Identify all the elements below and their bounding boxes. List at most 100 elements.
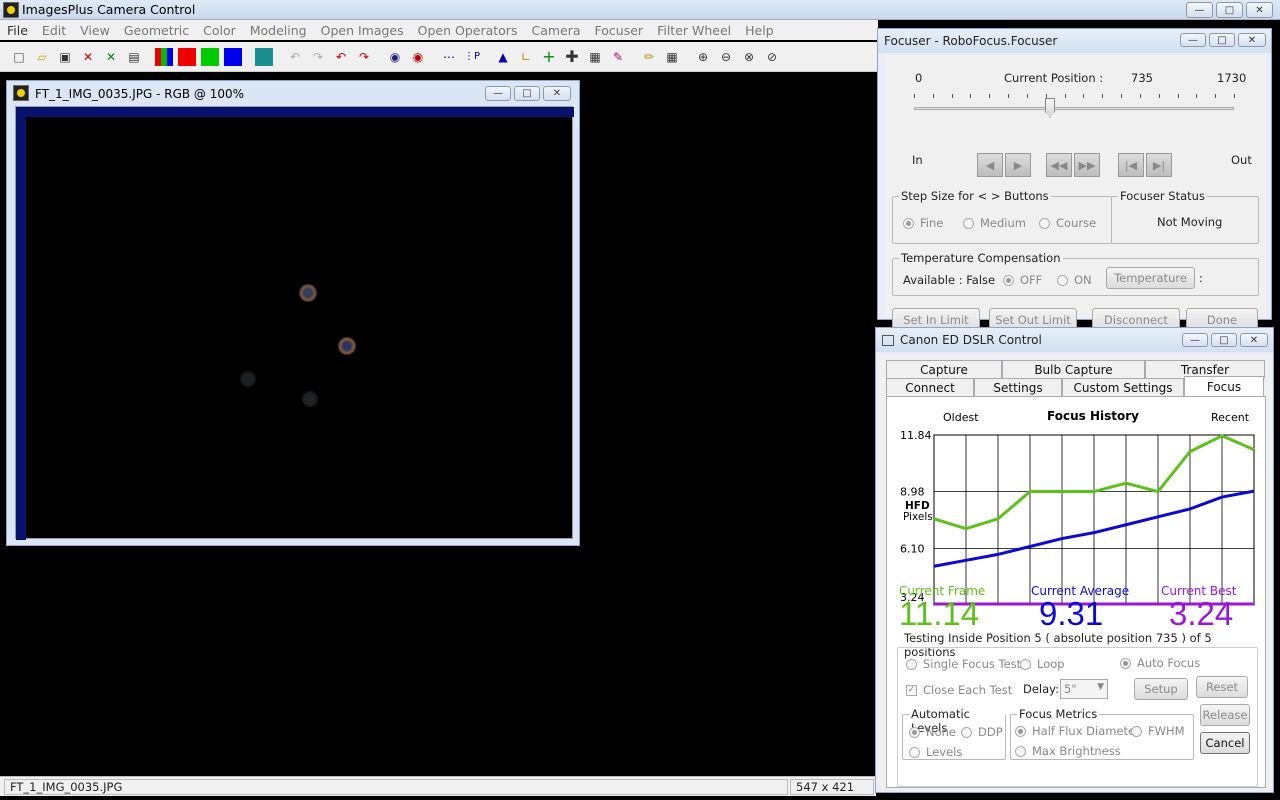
tab-connect[interactable]: Connect (886, 378, 974, 396)
loop-label: Loop (1037, 657, 1065, 671)
redo-disabled-icon[interactable]: ↷ (309, 48, 327, 66)
close-image-icon[interactable]: ✕ (79, 48, 97, 66)
image-maximize-icon[interactable]: □ (514, 86, 540, 101)
undo-icon[interactable]: ↶ (332, 48, 350, 66)
loop-radio[interactable]: Loop (1020, 657, 1065, 671)
menu-open-images[interactable]: Open Images (314, 23, 411, 38)
add-icon[interactable]: + (540, 48, 558, 66)
levels-ddp-radio[interactable]: DDP (961, 725, 1003, 739)
radio-dot (961, 726, 972, 738)
step-fine-radio[interactable]: Fine (903, 216, 943, 230)
image-edit-icon[interactable]: ✎ (609, 48, 627, 66)
menu-file[interactable]: File (0, 23, 35, 38)
print-icon[interactable]: ▤ (125, 48, 143, 66)
tab-custom-settings[interactable]: Custom Settings (1062, 378, 1184, 396)
grid-icon[interactable]: ▦ (663, 48, 681, 66)
temperature-button[interactable]: Temperature (1106, 267, 1195, 289)
maximize-icon[interactable]: □ (1216, 2, 1243, 18)
save-icon[interactable]: ▣ (56, 48, 74, 66)
chart-ytick-label: 6.10 (900, 542, 925, 555)
position-slider-track[interactable] (914, 107, 1234, 110)
menu-open-operators[interactable]: Open Operators (411, 23, 525, 38)
redo-icon[interactable]: ↷ (355, 48, 373, 66)
tab-focus[interactable]: Focus (1184, 376, 1264, 396)
levels-levels-radio[interactable]: Levels (909, 745, 962, 759)
tab-bulb-capture[interactable]: Bulb Capture (1002, 360, 1145, 378)
step-medium-radio[interactable]: Medium (963, 216, 1026, 230)
focuser-minimize-icon[interactable]: — (1180, 33, 1206, 47)
levels-none-radio[interactable]: None (909, 725, 956, 739)
grayscale-icon[interactable] (255, 48, 273, 66)
calculator-icon[interactable]: ▦ (586, 48, 604, 66)
new-file-icon[interactable]: □ (10, 48, 28, 66)
step-out-button[interactable]: ▶ (1005, 153, 1031, 177)
close-all-icon[interactable]: ✕ (102, 48, 120, 66)
fast-in-button[interactable]: ◀◀ (1046, 153, 1072, 177)
single-focus-radio[interactable]: Single Focus Test (906, 657, 1021, 671)
zoom-out-icon[interactable]: ⊖ (717, 48, 735, 66)
green-channel-icon[interactable] (201, 48, 219, 66)
image-canvas[interactable] (15, 106, 574, 540)
tab-settings[interactable]: Settings (974, 378, 1062, 396)
tab-capture[interactable]: Capture (886, 360, 1002, 378)
menu-camera[interactable]: Camera (524, 23, 587, 38)
red-channel-icon[interactable] (178, 48, 196, 66)
crosshair-icon[interactable]: ✚ (563, 48, 581, 66)
reset-button[interactable]: Reset (1196, 676, 1248, 698)
dslr-maximize-icon[interactable]: □ (1211, 333, 1237, 347)
image-minimize-icon[interactable]: — (485, 86, 511, 101)
menu-edit[interactable]: Edit (35, 23, 73, 38)
menu-help[interactable]: Help (738, 23, 781, 38)
histogram-icon[interactable]: ▲ (494, 48, 512, 66)
pencil-icon[interactable]: ✏ (640, 48, 658, 66)
points-icon[interactable]: ⋮P (463, 48, 481, 66)
max-brightness-radio[interactable]: Max Brightness (1015, 744, 1121, 758)
temp-off-radio[interactable]: OFF (1003, 273, 1042, 287)
radio-dot (909, 746, 920, 758)
menu-color[interactable]: Color (196, 23, 243, 38)
close-icon[interactable]: ✕ (1246, 2, 1273, 18)
dslr-close-icon[interactable]: ✕ (1240, 333, 1268, 347)
zoom-fit-icon[interactable]: ⊗ (740, 48, 758, 66)
current-average-value: 9.31 (1039, 595, 1104, 632)
step-in-button[interactable]: ◀ (977, 153, 1003, 177)
target-icon[interactable]: ◉ (386, 48, 404, 66)
step-course-radio[interactable]: Course (1039, 216, 1096, 230)
target-red-icon[interactable]: ◉ (409, 48, 427, 66)
menu-filter-wheel[interactable]: Filter Wheel (650, 23, 738, 38)
slider-tick (1008, 94, 1010, 98)
menu-geometric[interactable]: Geometric (117, 23, 196, 38)
setup-button[interactable]: Setup (1134, 678, 1188, 700)
dslr-minimize-icon[interactable]: — (1182, 333, 1208, 347)
release-button[interactable]: Release (1200, 704, 1250, 726)
menu-modeling[interactable]: Modeling (243, 23, 314, 38)
auto-levels-group: Automatic Levels None DDP Levels (902, 707, 1006, 760)
menu-focuser[interactable]: Focuser (588, 23, 651, 38)
focuser-maximize-icon[interactable]: □ (1209, 33, 1235, 47)
minimize-icon[interactable]: — (1186, 2, 1213, 18)
check-mark-icon: ✓ (906, 684, 917, 696)
rgb-channel-icon[interactable] (155, 48, 173, 66)
curve-icon[interactable]: ∟ (517, 48, 535, 66)
auto-focus-radio[interactable]: Auto Focus (1120, 656, 1200, 670)
blue-channel-icon[interactable] (224, 48, 242, 66)
fwhm-radio[interactable]: FWHM (1131, 724, 1185, 738)
delay-select[interactable]: 5" ▼ (1060, 679, 1108, 699)
go-out-limit-button[interactable]: ▶| (1146, 153, 1172, 177)
cancel-button[interactable]: Cancel (1200, 732, 1250, 754)
menu-view[interactable]: View (73, 23, 117, 38)
go-in-limit-button[interactable]: |◀ (1118, 153, 1144, 177)
dots-icon[interactable]: ⋯ (440, 48, 458, 66)
zoom-in-icon[interactable]: ⊕ (694, 48, 712, 66)
fast-out-button[interactable]: ▶▶ (1074, 153, 1100, 177)
zoom-actual-icon[interactable]: ⊘ (763, 48, 781, 66)
close-each-checkbox[interactable]: ✓ Close Each Test (906, 683, 1012, 697)
image-close-icon[interactable]: ✕ (543, 86, 571, 101)
half-flux-radio[interactable]: Half Flux Diameter (1015, 724, 1140, 738)
focuser-close-icon[interactable]: ✕ (1238, 33, 1266, 47)
undo-disabled-icon[interactable]: ↶ (286, 48, 304, 66)
radio-dot (1015, 725, 1026, 737)
temp-on-radio[interactable]: ON (1057, 273, 1092, 287)
position-slider-thumb[interactable] (1044, 98, 1055, 118)
open-folder-icon[interactable]: ▱ (33, 48, 51, 66)
